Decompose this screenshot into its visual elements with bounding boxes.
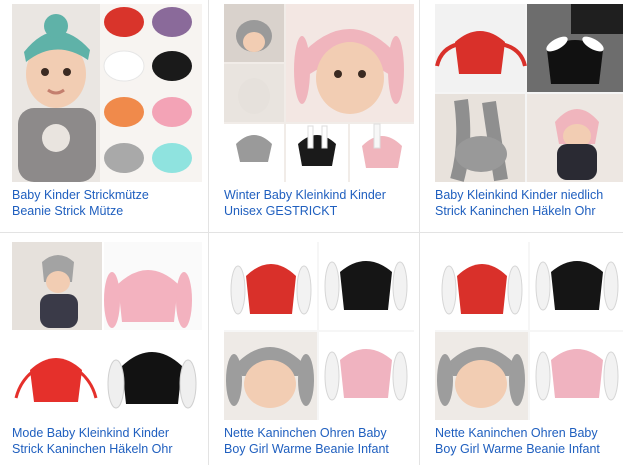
product-title-line: Boy Girl Warme Beanie Infant — [224, 441, 389, 456]
product-title-line: Beanie Strick Mütze — [12, 203, 124, 218]
product-image[interactable] — [12, 242, 202, 420]
product-grid: Baby Kinder Strickmütze Beanie Strick Mü… — [0, 0, 623, 465]
product-title-line: Strick Kaninchen Häkeln Ohr — [435, 203, 596, 218]
product-title-line: Baby Kinder Strickmütze — [12, 188, 149, 202]
product-image[interactable] — [224, 242, 414, 420]
product-title-line: Baby Kleinkind Kinder niedlich — [435, 188, 604, 202]
product-title-link[interactable]: Nette Kaninchen Ohren Baby Boy Girl Warm… — [435, 426, 623, 457]
product-image[interactable] — [435, 242, 623, 420]
product-title-line: Strick Kaninchen Häkeln Ohr — [12, 441, 173, 456]
product-title-line: Mode Baby Kleinkind Kinder — [12, 426, 170, 440]
product-title-line: Nette Kaninchen Ohren Baby — [224, 426, 387, 440]
product-card[interactable]: Baby Kleinkind Kinder niedlich Strick Ka… — [435, 4, 623, 229]
product-image[interactable] — [12, 4, 202, 182]
product-image[interactable] — [224, 4, 414, 182]
product-image[interactable] — [435, 4, 623, 182]
product-title-line: Nette Kaninchen Ohren Baby — [435, 426, 598, 440]
product-title-link[interactable]: Nette Kaninchen Ohren Baby Boy Girl Warm… — [224, 426, 424, 457]
product-card[interactable]: Nette Kaninchen Ohren Baby Boy Girl Warm… — [435, 242, 623, 467]
product-title-line: Unisex GESTRICKT — [224, 203, 338, 218]
product-card[interactable]: Mode Baby Kleinkind Kinder Strick Kaninc… — [12, 242, 212, 467]
product-title-line: Winter Baby Kleinkind Kinder — [224, 188, 386, 202]
product-title-line: Boy Girl Warme Beanie Infant — [435, 441, 600, 456]
product-card[interactable]: Winter Baby Kleinkind Kinder Unisex GEST… — [224, 4, 424, 229]
row-divider — [0, 232, 623, 233]
product-title-link[interactable]: Winter Baby Kleinkind Kinder Unisex GEST… — [224, 188, 424, 219]
product-card[interactable]: Nette Kaninchen Ohren Baby Boy Girl Warm… — [224, 242, 424, 467]
product-title-link[interactable]: Baby Kleinkind Kinder niedlich Strick Ka… — [435, 188, 623, 219]
product-card[interactable]: Baby Kinder Strickmütze Beanie Strick Mü… — [12, 4, 212, 229]
product-title-link[interactable]: Mode Baby Kleinkind Kinder Strick Kaninc… — [12, 426, 212, 457]
product-title-link[interactable]: Baby Kinder Strickmütze Beanie Strick Mü… — [12, 188, 212, 219]
